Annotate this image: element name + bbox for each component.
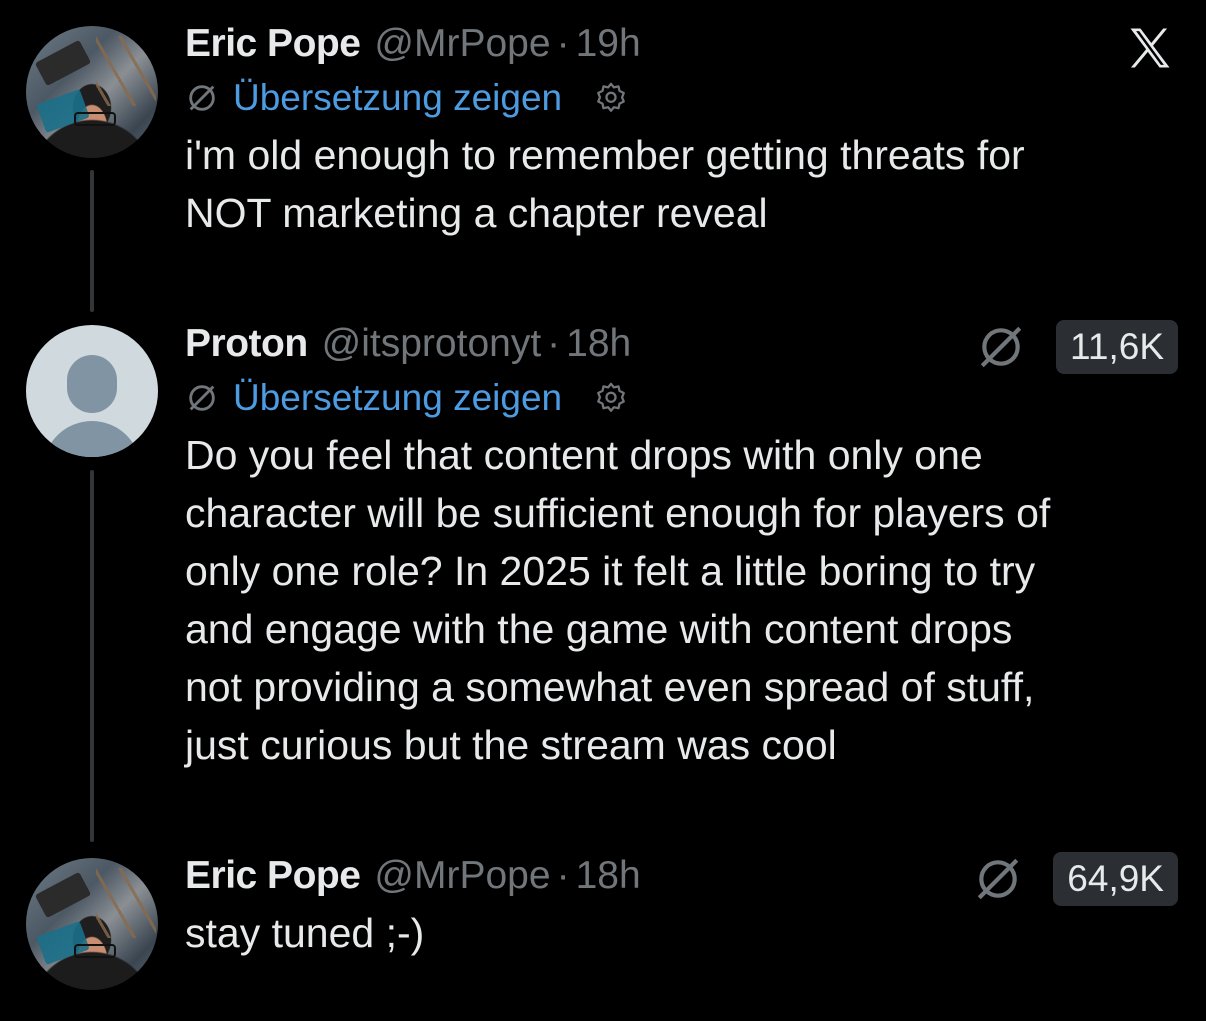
no-translate-icon	[189, 385, 215, 411]
timestamp[interactable]: 18h	[566, 320, 631, 368]
view-count: 64,9K	[1053, 852, 1178, 906]
timestamp[interactable]: 18h	[576, 852, 641, 900]
thread-connector	[90, 470, 94, 842]
text-line: stay tuned ;-)	[185, 910, 425, 956]
author-handle[interactable]: @MrPope	[374, 852, 550, 900]
translate-label[interactable]: Übersetzung zeigen	[233, 374, 562, 422]
tweet-text: stay tuned ;-)	[185, 904, 1185, 962]
author-name[interactable]: Eric Pope	[185, 20, 361, 68]
separator: ·	[556, 854, 570, 897]
view-stats[interactable]: 11,6K	[976, 320, 1178, 374]
tweet-1[interactable]: Eric Pope @MrPope · 19h Übersetzung zeig…	[185, 20, 1185, 242]
text-line: just curious but the stream was cool	[185, 722, 837, 768]
separator: ·	[547, 322, 561, 365]
tweet-thread: Eric Pope @MrPope · 19h Übersetzung zeig…	[0, 0, 1206, 1021]
text-line: character will be sufficient enough for …	[185, 490, 1051, 536]
tweet-header: Eric Pope @MrPope · 19h	[185, 20, 1185, 68]
avatar-proton[interactable]	[26, 325, 158, 457]
gear-icon[interactable]	[594, 381, 628, 415]
author-name[interactable]: Eric Pope	[185, 852, 361, 900]
tweet-text: i'm old enough to remember getting threa…	[185, 126, 1185, 242]
translate-label[interactable]: Übersetzung zeigen	[233, 74, 562, 122]
view-stats[interactable]: 64,9K	[973, 852, 1178, 906]
show-translation-link[interactable]: Übersetzung zeigen	[185, 374, 1185, 422]
avatar-eric-pope[interactable]	[26, 26, 158, 158]
author-name[interactable]: Proton	[185, 320, 308, 368]
author-handle[interactable]: @MrPope	[374, 20, 550, 68]
avatar-eric-pope[interactable]	[26, 858, 158, 990]
gear-icon[interactable]	[594, 81, 628, 115]
timestamp[interactable]: 19h	[576, 20, 641, 68]
text-line: not providing a somewhat even spread of …	[185, 664, 1035, 710]
text-line: and engage with the game with content dr…	[185, 606, 1013, 652]
no-views-icon	[978, 858, 1019, 900]
tweet-2[interactable]: Proton @itsprotonyt · 18h Übersetzung ze…	[185, 320, 1185, 774]
author-handle[interactable]: @itsprotonyt	[322, 320, 542, 368]
no-views-icon	[980, 326, 1022, 368]
thread-connector	[90, 170, 94, 312]
separator: ·	[556, 22, 570, 65]
text-line: i'm old enough to remember getting threa…	[185, 132, 1025, 178]
tweet-text: Do you feel that content drops with only…	[185, 426, 1185, 774]
text-line: Do you feel that content drops with only…	[185, 432, 983, 478]
view-count: 11,6K	[1056, 320, 1178, 374]
no-translate-icon	[189, 85, 215, 111]
text-line: NOT marketing a chapter reveal	[185, 190, 768, 236]
show-translation-link[interactable]: Übersetzung zeigen	[185, 74, 1185, 122]
text-line: only one role? In 2025 it felt a little …	[185, 548, 1036, 594]
